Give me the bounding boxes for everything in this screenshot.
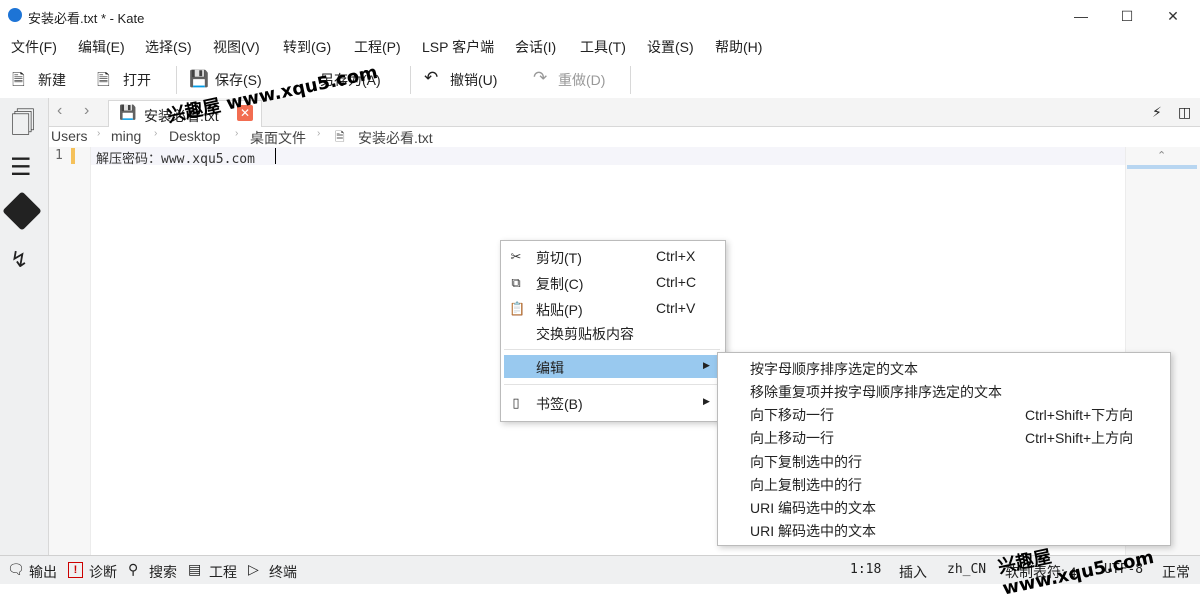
title-bar: 安装必看.txt * - Kate — ☐ ✕ (0, 0, 1200, 32)
terminal-icon: ▷ (248, 561, 259, 577)
submenu-arrow-icon: ▶ (703, 360, 710, 370)
copy-icon: ⧉ (511, 275, 521, 290)
submenu-uri-encode[interactable]: URI 编码选中的文本 (750, 498, 876, 518)
breadcrumb-item[interactable]: ming (111, 128, 141, 144)
new-button[interactable]: 新建 (38, 70, 66, 90)
menu-lsp[interactable]: LSP 客户端 (422, 37, 494, 57)
minimap-viewport[interactable] (1127, 165, 1197, 169)
search-icon: ⚲ (128, 561, 139, 577)
menu-project[interactable]: 工程(P) (354, 37, 401, 57)
submenu-sort[interactable]: 按字母顺序排序选定的文本 (750, 359, 918, 379)
open-button[interactable]: 打开 (123, 70, 151, 90)
language-indicator[interactable]: zh_CN (947, 562, 986, 577)
cursor-position[interactable]: 1:18 (850, 562, 881, 577)
output-tab[interactable]: 输出 (29, 562, 57, 582)
undo-button[interactable]: 撤销(U) (450, 70, 497, 90)
breadcrumb-item[interactable]: Users (51, 128, 88, 144)
window-title: 安装必看.txt * - Kate (28, 11, 145, 26)
menu-view[interactable]: 视图(V) (213, 37, 260, 57)
menu-separator (504, 384, 720, 385)
terminal-tab[interactable]: 终端 (269, 562, 297, 582)
scroll-up-icon[interactable]: ⌃ (1157, 149, 1166, 162)
projects-icon[interactable]: ↯ (10, 247, 28, 273)
menu-copy[interactable]: 复制(C) (536, 274, 583, 294)
bookmark-icon: ▯ (512, 395, 520, 410)
project-icon: ▤ (188, 561, 202, 577)
save-icon: 💾 (189, 71, 209, 88)
shortcut-move-down: Ctrl+Shift+下方向 (1025, 407, 1134, 423)
breadcrumb-separator-icon: › (317, 128, 321, 139)
editor-line-text[interactable]: 解压密码：www.xqu5.com (96, 148, 255, 167)
submenu-dup-down[interactable]: 向下复制选中的行 (750, 452, 862, 472)
breadcrumb-separator-icon: › (154, 128, 158, 139)
close-icon[interactable]: ✕ (1150, 0, 1196, 32)
toolbar-separator (630, 66, 631, 94)
menu-help[interactable]: 帮助(H) (715, 37, 762, 57)
menu-swap-clipboard[interactable]: 交换剪贴板内容 (536, 324, 634, 344)
symbols-list-icon[interactable]: ☰ (10, 153, 32, 182)
submenu-dup-up[interactable]: 向上复制选中的行 (750, 475, 862, 495)
output-icon: 🗨 (7, 561, 25, 577)
menu-cut[interactable]: 剪切(T) (536, 248, 582, 268)
menu-goto[interactable]: 转到(G) (283, 37, 331, 57)
scissors-icon: ✂ (510, 249, 522, 264)
breadcrumb-item[interactable]: 安装必看.txt (358, 128, 433, 148)
file-save-icon: 💾 (119, 104, 137, 120)
toolbar-separator (410, 66, 411, 94)
shortcut-copy: Ctrl+C (656, 274, 697, 290)
submenu-uri-decode[interactable]: URI 解码选中的文本 (750, 521, 876, 541)
menu-edit-submenu[interactable]: 编辑 (536, 358, 564, 378)
input-mode[interactable]: 插入 (899, 562, 927, 582)
menu-select[interactable]: 选择(S) (145, 37, 192, 57)
breadcrumb-item[interactable]: 桌面文件 (250, 128, 306, 148)
line-number: 1 (55, 148, 63, 163)
menu-bookmarks[interactable]: 书签(B) (536, 394, 583, 414)
shortcut-paste: Ctrl+V (656, 300, 696, 316)
breadcrumb (49, 126, 1200, 146)
new-file-icon: 🗎 (12, 72, 25, 89)
maximize-icon[interactable]: ☐ (1104, 0, 1150, 32)
shortcut-move-up: Ctrl+Shift+上方向 (1025, 430, 1134, 446)
menu-settings[interactable]: 设置(S) (647, 37, 694, 57)
menu-edit[interactable]: 编辑(E) (78, 37, 125, 57)
diagnostics-icon: ! (68, 562, 83, 578)
undo-icon: ↶ (424, 68, 439, 87)
kate-app-icon (8, 8, 22, 22)
open-file-icon: 🗎 (97, 72, 110, 89)
menu-paste[interactable]: 粘贴(P) (536, 300, 583, 320)
menu-separator (504, 349, 720, 350)
redo-button[interactable]: 重做(D) (558, 70, 605, 90)
clipboard-icon: 📋 (509, 301, 526, 316)
menu-tools[interactable]: 工具(T) (580, 37, 626, 57)
back-arrow-icon[interactable]: ‹ (57, 102, 62, 120)
toolbar-separator (176, 66, 177, 94)
menu-session[interactable]: 会话(I) (515, 37, 556, 57)
quick-open-icon[interactable]: ⚡ (1152, 104, 1162, 121)
forward-arrow-icon[interactable]: › (84, 102, 89, 120)
search-tab[interactable]: 搜索 (149, 562, 177, 582)
diagnostics-tab[interactable]: 诊断 (89, 562, 117, 582)
shortcut-cut: Ctrl+X (656, 248, 696, 264)
breadcrumb-separator-icon: › (235, 128, 239, 139)
submenu-move-up[interactable]: 向上移动一行 (750, 428, 834, 448)
breadcrumb-separator-icon: › (97, 128, 101, 139)
project-tab[interactable]: 工程 (209, 562, 237, 582)
documents-icon[interactable]: 🗍 (11, 106, 35, 147)
minimize-icon[interactable]: — (1058, 0, 1104, 32)
text-cursor (275, 148, 276, 164)
submenu-arrow-icon: ▶ (703, 396, 710, 406)
line-number-gutter (49, 147, 91, 555)
file-icon: 🗎 (335, 130, 345, 144)
modified-line-marker (71, 148, 75, 164)
menu-file[interactable]: 文件(F) (11, 37, 57, 57)
submenu-move-down[interactable]: 向下移动一行 (750, 405, 834, 425)
split-view-icon[interactable]: ◫ (1178, 104, 1191, 121)
submenu-uniq-sort[interactable]: 移除重复项并按字母顺序排序选定的文本 (750, 382, 1002, 402)
breadcrumb-item[interactable]: Desktop (169, 128, 220, 144)
redo-icon: ↷ (533, 68, 548, 87)
